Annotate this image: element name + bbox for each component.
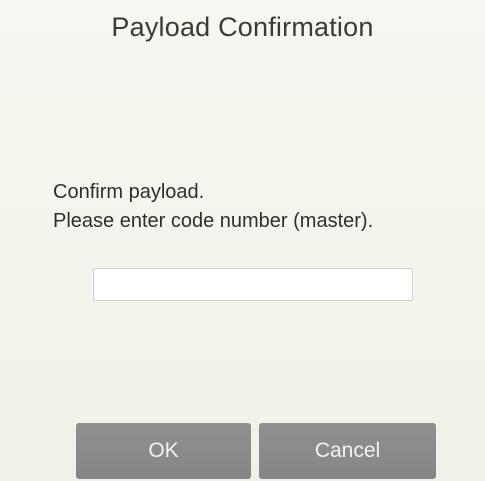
cancel-button[interactable]: Cancel [259, 423, 436, 479]
message-line-instruction: Please enter code number (master). [53, 210, 374, 232]
dialog-title: Payload Confirmation [111, 12, 374, 42]
payload-confirmation-dialog: Payload Confirmation Confirm payload. Pl… [0, 0, 485, 481]
message-line-confirm: Confirm payload. [53, 181, 205, 203]
ok-button[interactable]: OK [76, 423, 251, 479]
code-number-input[interactable] [93, 268, 413, 301]
dialog-message: Confirm payload. Please enter code numbe… [53, 178, 373, 236]
